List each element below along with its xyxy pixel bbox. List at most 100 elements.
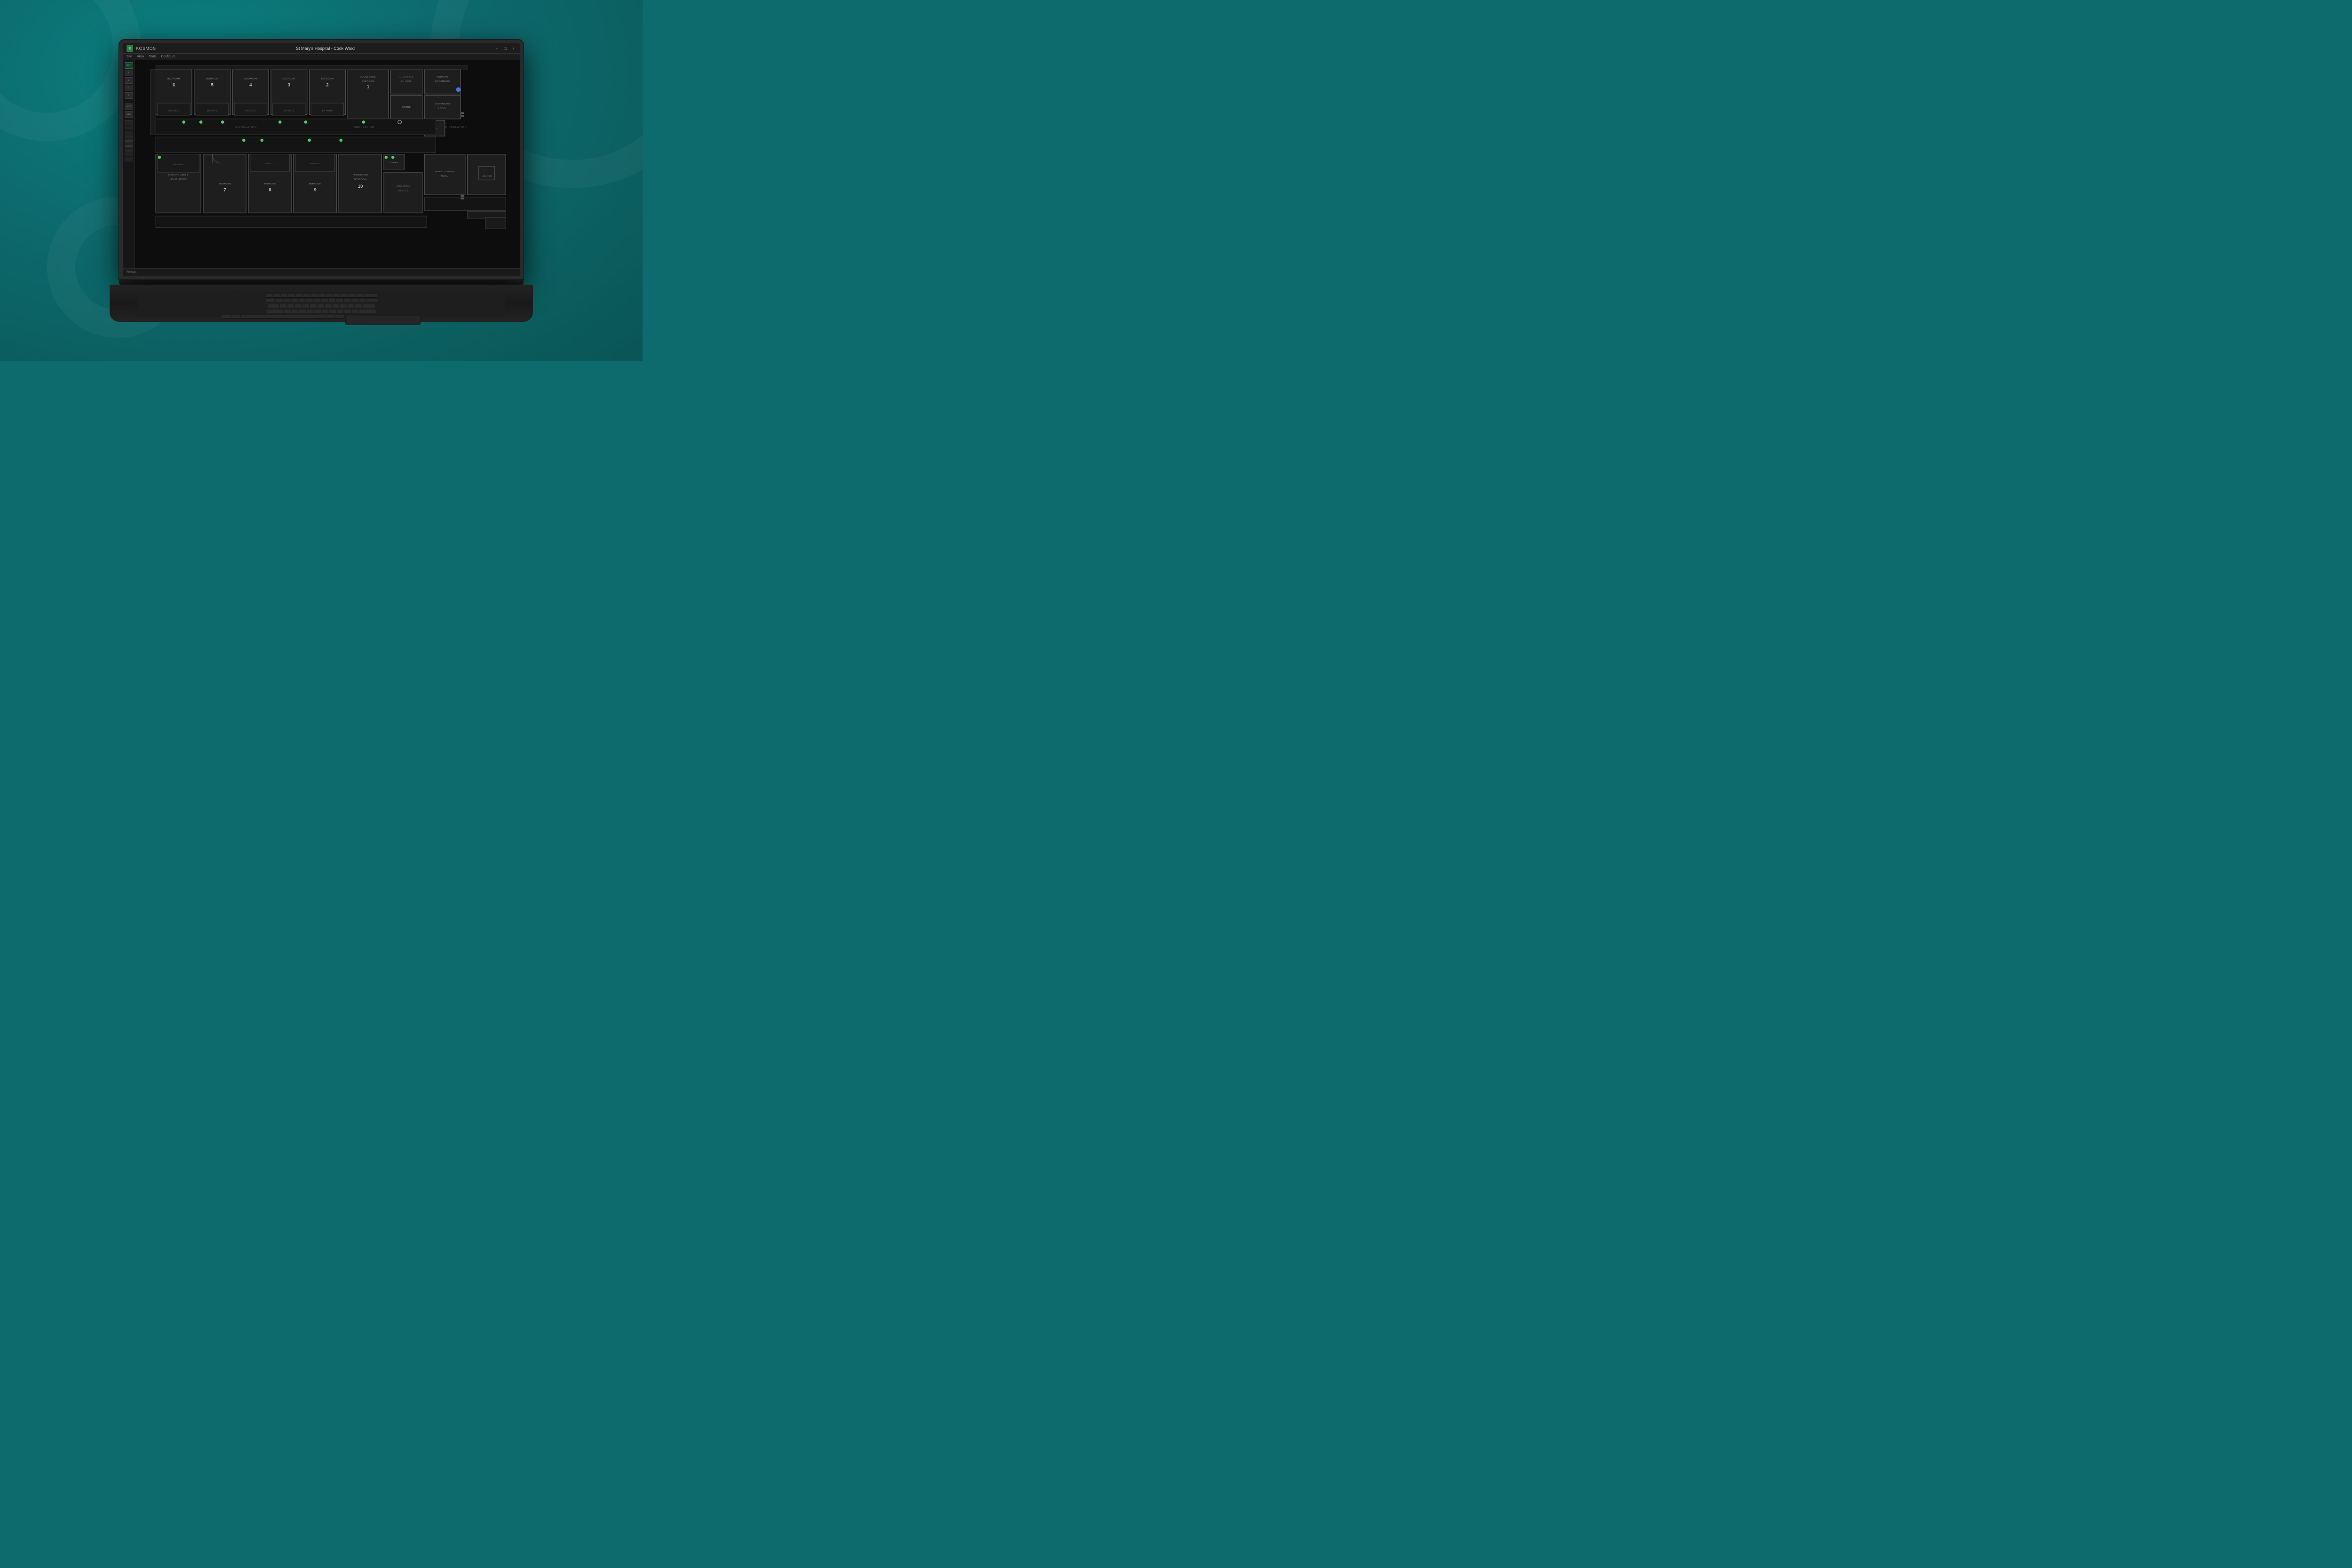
minimize-button[interactable]: − [494,46,500,51]
laptop-hinge [119,279,524,285]
key-ctrl [222,315,231,318]
left-panel [151,69,156,135]
ensuite9-label: EN-SUITE [310,162,320,165]
bedroom6-number: 6 [173,83,175,88]
room-de-escalation[interactable] [424,154,465,195]
key [287,304,294,308]
key [273,294,280,298]
window-title: St Mary's Hospital - Cook Ward [296,46,355,51]
key [351,299,358,303]
key [340,304,347,308]
sensor-store-2 [391,156,395,159]
accessible-bedroom1-number: 1 [367,85,370,90]
sidebar-2-button[interactable]: 2 [125,77,133,84]
key-tab [266,299,275,303]
keyboard-row-1 [142,294,501,298]
sidebar-mini-1 [125,120,133,125]
sensor-lower-4 [339,139,342,142]
key [318,304,324,308]
key-alt [232,315,240,318]
key [292,310,298,313]
dots-mid-right-1 [461,195,464,197]
bedroom9-label: BEDROOM [309,183,322,185]
sidebar-mini-4 [125,136,133,141]
bedroom7-label: BEDROOM [219,183,231,185]
indicator-dots-right-2 [461,115,464,117]
bedroom9-number: 9 [314,187,316,192]
laptop-screen: K KOSMOS St Mary's Hospital - Cook Ward … [119,40,524,279]
key [318,294,325,298]
key [284,310,291,313]
circulation-upper-right: CIRCULATION [353,126,374,129]
accessible-ensuite-label1: ACCESSIBLE [399,75,413,78]
key [302,304,309,308]
laptop: K KOSMOS St Mary's Hospital - Cook Ward … [110,40,533,322]
sidebar-mini-6 [125,146,133,151]
accessible-bedroom10-number: 10 [358,184,363,189]
sensor-store-1 [384,156,388,159]
key [281,294,287,298]
bedroom5-label: BEDROOM [206,77,219,80]
key [344,299,350,303]
key [355,304,362,308]
key [348,304,354,308]
trackpad[interactable] [345,316,421,325]
sensor-upper-5 [304,120,308,124]
sidebar-3-button[interactable]: 3 [125,85,133,91]
sidebar-sys-button[interactable]: SYS [125,111,133,118]
sidebar-rst-button[interactable]: RST [125,62,133,69]
sidebar-act-button[interactable]: ACT [125,103,133,110]
sidebar-4-button[interactable]: 4 [125,92,133,99]
key-backspace [364,294,377,298]
de-escalation-label2: ROOM [441,175,449,178]
title-bar-left: K KOSMOS [127,45,156,52]
sensor-upper-6 [362,120,365,124]
room-lounge[interactable] [468,154,506,195]
maximize-button[interactable]: □ [502,46,508,51]
key [321,299,328,303]
key [359,299,366,303]
key [295,304,302,308]
key [322,310,328,313]
ensuite2-label: EN-SUITE [322,109,333,111]
app-name: KOSMOS [136,46,156,51]
menu-site[interactable]: Site [127,55,132,58]
key [326,294,333,298]
keyboard-row-5 [142,315,501,325]
bedroom8-number: 8 [269,187,271,192]
indicator-dots-right-1 [461,112,464,114]
key [288,294,295,298]
key [314,310,321,313]
ensuite3-label: EN-SUITE [284,109,294,111]
sidebar: RST 1 2 3 4 ACT SYS [123,60,135,268]
key-ctrl-right [335,315,344,318]
top-strip [156,66,468,70]
menu-tools[interactable]: Tools [149,55,156,58]
room-accessible-ensuite-lower[interactable] [384,172,422,213]
key [314,299,320,303]
bedroom4-number: 4 [249,83,252,88]
menu-configure[interactable]: Configure [161,55,175,58]
sensor-lower-3 [308,139,311,142]
sensor-lower-1 [242,139,246,142]
key [280,304,286,308]
menu-view[interactable]: View [137,55,144,58]
app-logo: K [127,45,133,52]
sidebar-1-button[interactable]: 1 [125,70,133,76]
ensuite-lower-left-label: EN-SUITE [173,163,183,166]
sidebar-mini-2 [125,126,133,130]
key [341,294,348,298]
key [352,310,358,313]
key [337,310,343,313]
ensuite6-label: EN-SUITE [168,109,179,111]
medicine-dispensary-label1: MEDICINE [437,75,449,78]
medicine-dispensary-label2: DISPENSARY [435,80,451,83]
bedroom8-label: BEDROOM [264,183,277,185]
key [276,299,283,303]
close-button[interactable]: × [511,46,516,51]
corridor-bottom [156,216,427,227]
accessible-bedroom10-label1: ACCESSIBLE [353,174,368,176]
key-enter-top [366,299,377,303]
key [306,299,313,303]
sensor-walking-aids [158,156,161,159]
